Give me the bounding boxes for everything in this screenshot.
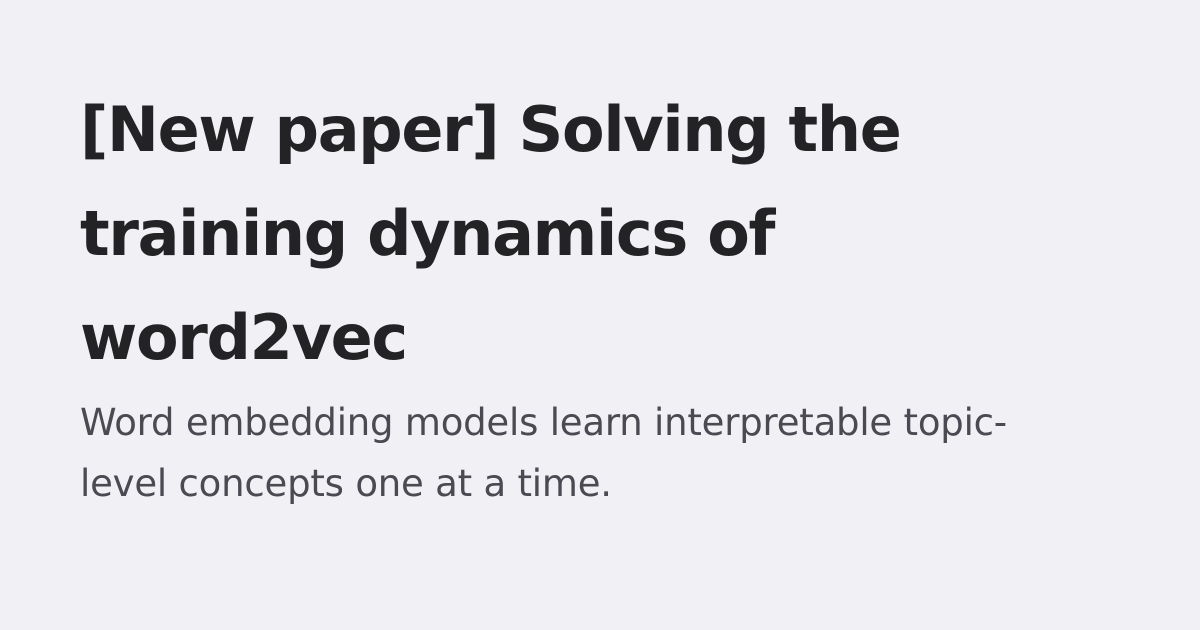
page-subtitle: Word embedding models learn interpretabl… xyxy=(80,401,1007,505)
page-title: [New paper] Solving the training dynamic… xyxy=(80,93,902,374)
preview-card: [New paper] Solving the training dynamic… xyxy=(80,78,1060,514)
